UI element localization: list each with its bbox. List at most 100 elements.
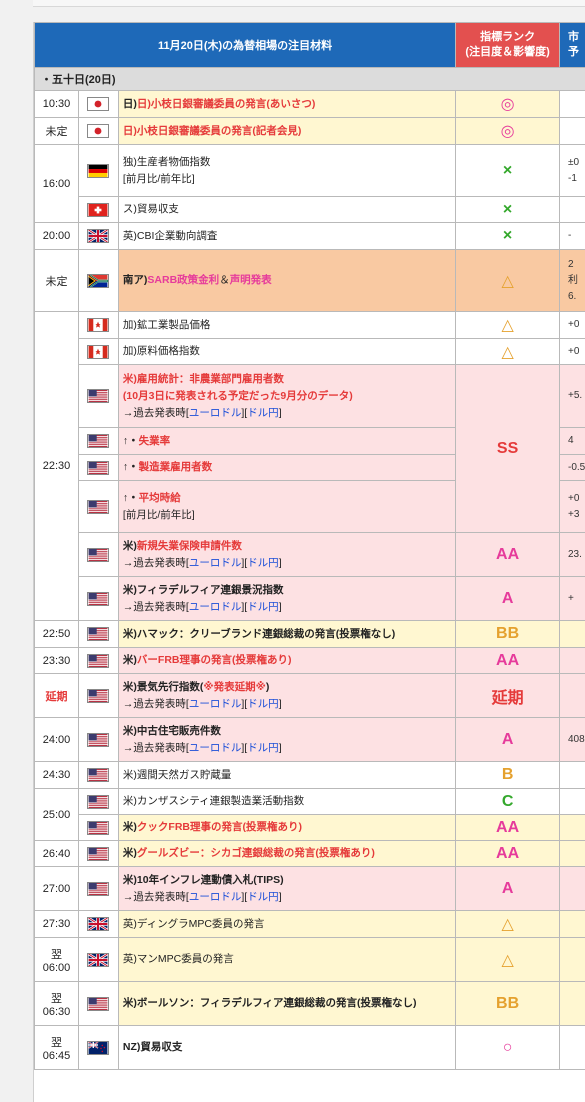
usdjpy-link[interactable]: ドル円 (247, 698, 279, 710)
forecast-column-header: 市 予 (560, 23, 585, 68)
table-row: 26:40 米)グールズビー：シカゴ連銀総裁の発言(投票権あり) AA (35, 841, 585, 867)
event-cell[interactable]: 米)雇用統計：非農業部門雇用者数 (10月3日に発表される予定だった9月分のデータ… (118, 365, 455, 428)
event-name[interactable]: 米)雇用統計：非農業部門雇用者数 (123, 373, 284, 385)
za-flag-icon (87, 274, 109, 288)
time-cell: 翌06:45 (35, 1026, 79, 1070)
forecast-cell: - (560, 223, 585, 250)
event-cell[interactable]: 英)ディングラMPC委員の発言 (118, 911, 455, 938)
usdjpy-link[interactable]: ドル円 (247, 557, 279, 569)
eurusd-link[interactable]: ユーロドル (189, 891, 242, 903)
us-flag-icon (87, 847, 109, 861)
flag-cell (78, 621, 118, 648)
time-value: 06:30 (43, 1006, 71, 1018)
forecast-cell: +0 (560, 339, 585, 365)
event-cell[interactable]: ↑・製造業雇用者数 (118, 455, 455, 481)
de-flag-icon (87, 164, 109, 178)
event-cell[interactable]: 英)マンMPC委員の発言 (118, 938, 455, 982)
forecast-cell (560, 1026, 585, 1070)
flag-cell (78, 533, 118, 577)
usdjpy-link[interactable]: ドル円 (247, 891, 279, 903)
flag-cell (78, 938, 118, 982)
event-cell[interactable]: 米)中古住宅販売件数→過去発表時[ユーロドル][ドル円] (118, 718, 455, 762)
event-cell[interactable]: 米)新規失業保険申請件数→過去発表時[ユーロドル][ドル円] (118, 533, 455, 577)
forecast-cell (560, 197, 585, 223)
event-cell[interactable]: 南ア)SARB政策金利＆声明発表 (118, 250, 455, 312)
event-cell[interactable]: ↑・失業率 (118, 428, 455, 455)
eurusd-link[interactable]: ユーロドル (189, 601, 242, 613)
us-flag-icon (87, 461, 109, 475)
forecast-value: 利 (568, 275, 578, 286)
table-row: 米)フィラデルフィア連銀景況指数→過去発表時[ユーロドル][ドル円] A + (35, 577, 585, 621)
forecast-cell: +0 (560, 312, 585, 339)
event-cell[interactable]: 米)カンザスシティ連銀製造業活動指数 (118, 789, 455, 815)
event-cell[interactable]: NZ)貿易収支 (118, 1026, 455, 1070)
time-cell: 24:30 (35, 762, 79, 789)
eurusd-link[interactable]: ユーロドル (189, 698, 242, 710)
event-name[interactable]: 声明発表 (230, 274, 272, 286)
event-cell[interactable]: 米)バーFRB理事の発言(投票権あり) (118, 648, 455, 674)
event-name: 加)原料価格指数 (123, 345, 200, 357)
event-name[interactable]: 製造業雇用者数 (139, 461, 213, 473)
postponed-note: ※発表延期※ (203, 681, 265, 693)
event-cell[interactable]: 米)ボールソン：フィラデルフィア連銀総裁の発言(投票権なし) (118, 982, 455, 1026)
flag-cell (78, 789, 118, 815)
forecast-cell: +5. (560, 365, 585, 428)
forecast-value: 2 (568, 259, 574, 270)
event-cell[interactable]: 日)小枝日銀審議委員の発言(記者会見) (118, 118, 455, 145)
time-cell: 10:30 (35, 91, 79, 118)
rank-cell: △ (456, 911, 560, 938)
event-name[interactable]: クックFRB理事の発言(投票権あり) (137, 821, 302, 833)
forecast-cell (560, 911, 585, 938)
usdjpy-link[interactable]: ドル円 (247, 407, 279, 419)
forecast-cell (560, 674, 585, 718)
flag-cell (78, 455, 118, 481)
event-name[interactable]: SARB政策金利 (147, 274, 219, 286)
rank-cell: BB (456, 621, 560, 648)
time-cell: 16:00 (35, 145, 79, 223)
event-name[interactable]: 日)小枝日銀審議委員の発言(あいさつ) (137, 98, 316, 110)
time-cell: 23:30 (35, 648, 79, 674)
event-cell[interactable]: 米)グールズビー：シカゴ連銀総裁の発言(投票権あり) (118, 841, 455, 867)
event-cell[interactable]: 米)景気先行指数(※発表延期※)→過去発表時[ユーロドル][ドル円] (118, 674, 455, 718)
event-cell[interactable]: 米)週間天然ガス貯蔵量 (118, 762, 455, 789)
time-cell: 20:00 (35, 223, 79, 250)
event-cell[interactable]: 日)日)小枝日銀審議委員の発言(あいさつ) (118, 91, 455, 118)
event-cell[interactable]: 米)ハマック：クリーブランド連銀総裁の発言(投票権なし) (118, 621, 455, 648)
event-cell[interactable]: 独)生産者物価指数[前月比/前年比] (118, 145, 455, 197)
date-label: ・五十日(20日) (35, 68, 585, 91)
eurusd-link[interactable]: ユーロドル (189, 557, 242, 569)
time-cell: 24:00 (35, 718, 79, 762)
event-name[interactable]: グールズビー：シカゴ連銀総裁の発言(投票権あり) (137, 847, 375, 859)
flag-cell (78, 365, 118, 428)
table-row: ス)貿易収支 × (35, 197, 585, 223)
ca-flag-icon (87, 345, 109, 359)
event-name[interactable]: 失業率 (139, 435, 171, 447)
forecast-cell: +0+3 (560, 481, 585, 533)
event-cell[interactable]: 英)CBI企業動向調査 (118, 223, 455, 250)
past-release-label: →過去発表時[ (123, 698, 189, 710)
usdjpy-link[interactable]: ドル円 (247, 742, 279, 754)
us-flag-icon (87, 768, 109, 782)
eurusd-link[interactable]: ユーロドル (189, 742, 242, 754)
event-name[interactable]: バーFRB理事の発言(投票権あり) (137, 654, 292, 666)
event-cell[interactable]: ↑・平均時給[前月比/前年比] (118, 481, 455, 533)
us-flag-icon (87, 500, 109, 514)
event-cell[interactable]: 米)クックFRB理事の発言(投票権あり) (118, 815, 455, 841)
table-row: 米)クックFRB理事の発言(投票権あり) AA (35, 815, 585, 841)
event-name[interactable]: 日)小枝日銀審議委員の発言(記者会見) (123, 125, 302, 137)
usdjpy-link[interactable]: ドル円 (247, 601, 279, 613)
eurusd-link[interactable]: ユーロドル (189, 407, 242, 419)
event-cell[interactable]: 米)フィラデルフィア連銀景況指数→過去発表時[ユーロドル][ドル円] (118, 577, 455, 621)
event-cell[interactable]: 米)10年インフレ連動債入札(TIPS)→過去発表時[ユーロドル][ドル円] (118, 867, 455, 911)
event-note: (10月3日に発表される予定だった9月分のデータ) (123, 390, 353, 402)
flag-cell (78, 674, 118, 718)
event-cell[interactable]: 加)原料価格指数 (118, 339, 455, 365)
event-cell[interactable]: 加)鉱工業製品価格 (118, 312, 455, 339)
flag-cell (78, 428, 118, 455)
event-name[interactable]: 新規失業保険申請件数 (137, 540, 242, 552)
event-cell[interactable]: ス)貿易収支 (118, 197, 455, 223)
event-subtitle: [前月比/前年比] (123, 173, 195, 185)
event-name[interactable]: 平均時給 (139, 492, 181, 504)
flag-cell (78, 481, 118, 533)
forecast-cell (560, 867, 585, 911)
